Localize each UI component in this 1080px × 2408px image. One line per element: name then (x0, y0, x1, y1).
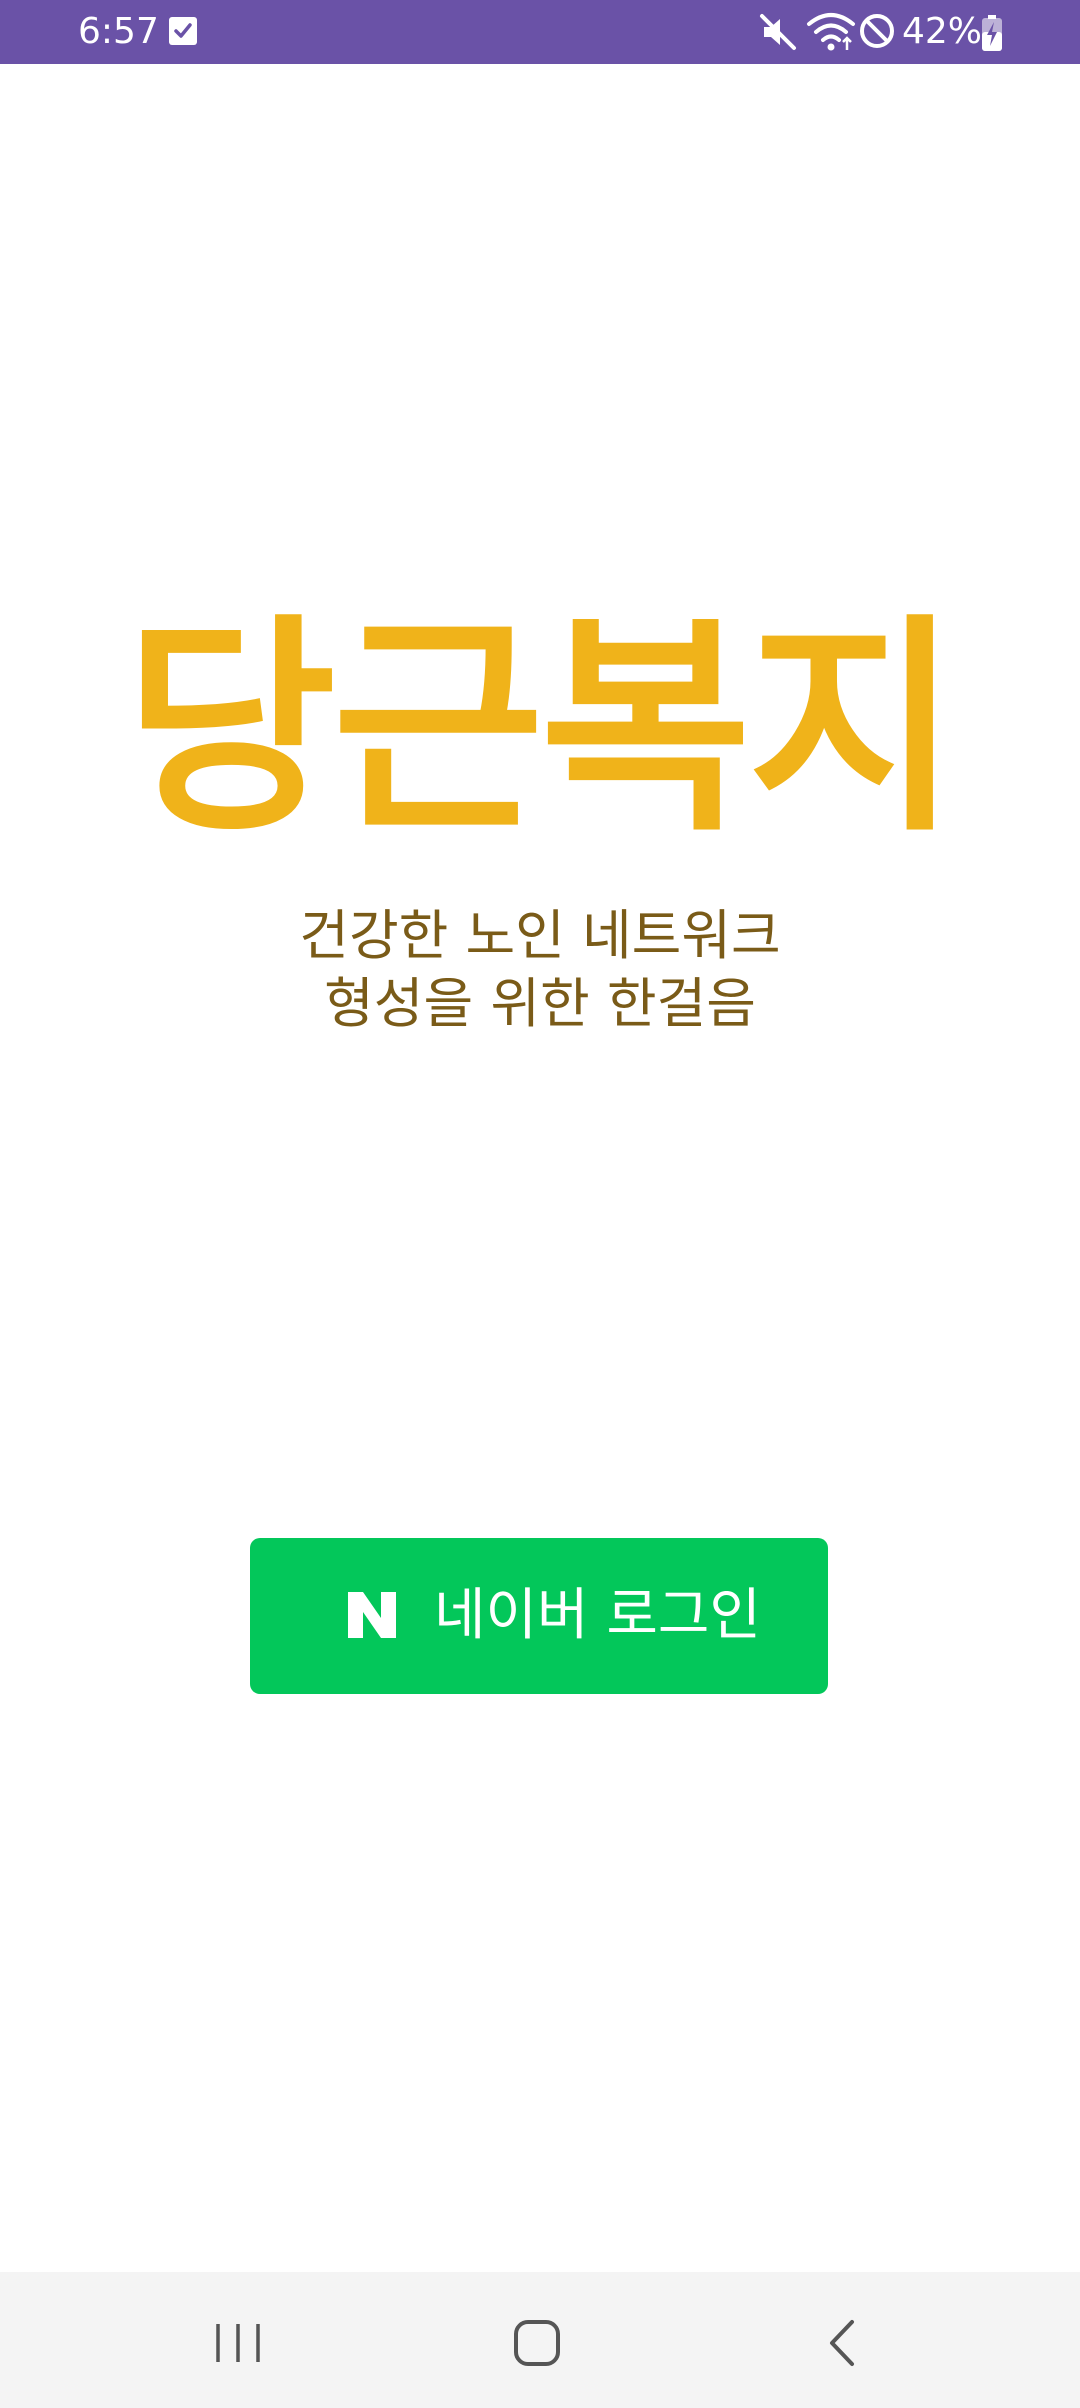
tagline-line-1: 건강한 노인 네트워크 (299, 904, 781, 967)
checklist-notification-icon (169, 17, 197, 45)
naver-n-icon (348, 1592, 396, 1638)
navigation-bar (0, 2272, 1080, 2408)
tagline-line-2: 형성을 위한 한걸음 (324, 972, 756, 1035)
battery-charging-icon (982, 15, 1002, 51)
naver-login-button[interactable]: 네이버 로그인 (250, 1538, 828, 1694)
naver-login-label: 네이버 로그인 (434, 1583, 761, 1648)
home-icon[interactable] (510, 2316, 566, 2370)
recents-icon[interactable] (210, 2320, 266, 2366)
status-bar: 6:57 42% (0, 0, 1080, 64)
app-title: 당근복지 (124, 596, 959, 863)
mute-icon (760, 14, 796, 50)
back-icon[interactable] (820, 2316, 864, 2370)
wifi-icon (807, 13, 855, 51)
battery-percent: 42% (902, 11, 983, 52)
status-time: 6:57 (78, 11, 159, 52)
tagline: 건강한 노인 네트워크 형성을 위한 한걸음 (0, 902, 1080, 1038)
do-not-disturb-icon (860, 14, 894, 48)
